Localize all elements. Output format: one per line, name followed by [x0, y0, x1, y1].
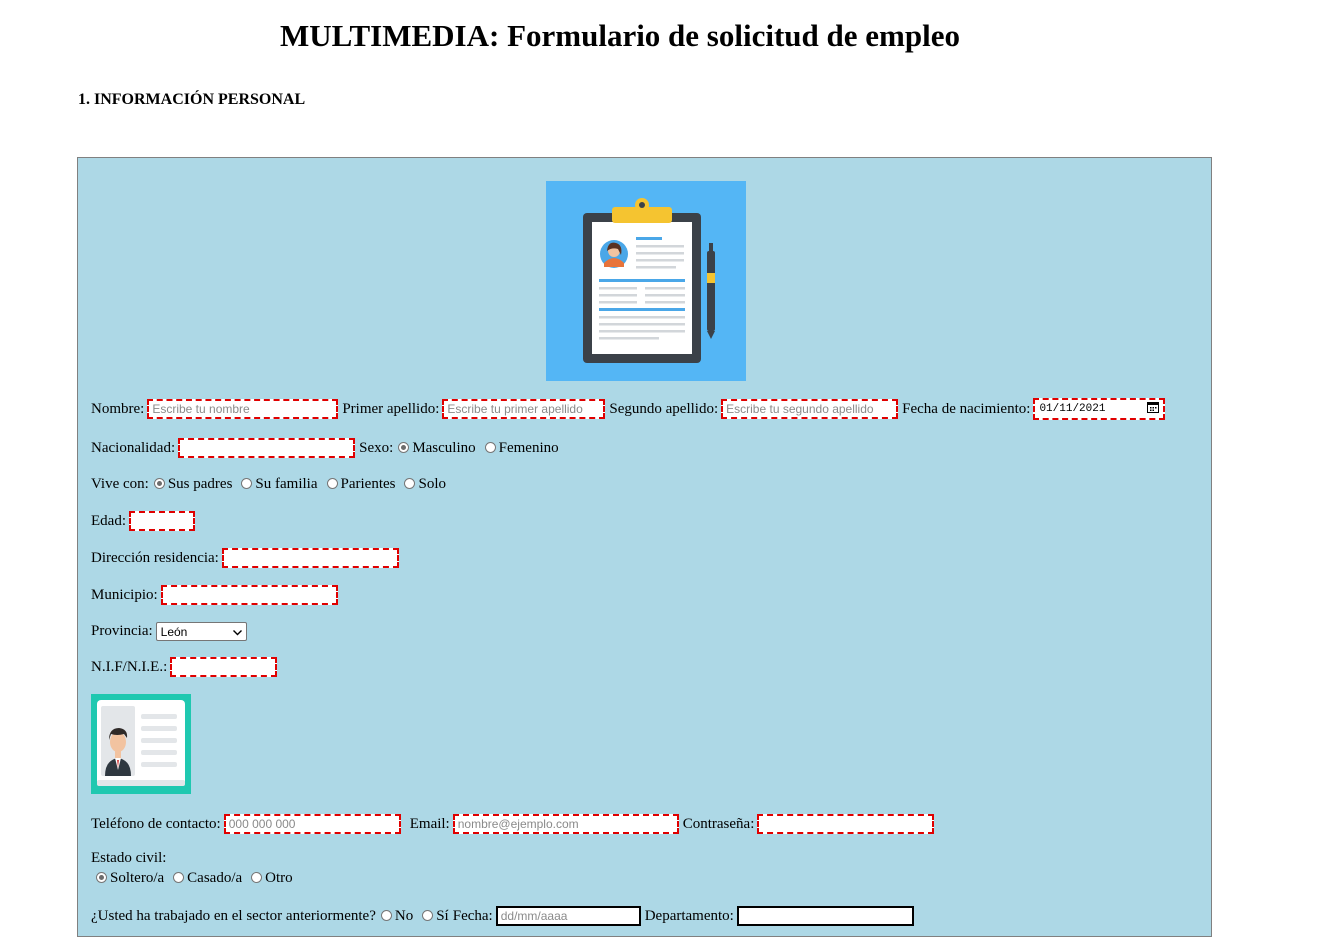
- email-label: Email:: [409, 815, 450, 832]
- trabajo-previo-row: ¿Usted ha trabajado en el sector anterio…: [91, 906, 918, 926]
- contrasena-label: Contraseña:: [682, 815, 755, 832]
- nif-row: N.I.F/N.I.E.:: [91, 657, 281, 677]
- personal-info-form: Nombre: Primer apellido: Segundo apellid…: [77, 157, 1212, 937]
- edad-label: Edad:: [91, 512, 126, 529]
- trabajo-no-label: No: [394, 907, 414, 924]
- provincia-select[interactable]: León: [155, 622, 247, 641]
- trabajo-fecha-label: Fecha:: [452, 907, 493, 924]
- nif-input[interactable]: [170, 657, 278, 677]
- clipboard-resume-icon: [546, 181, 746, 381]
- vive-con-padres-label: Sus padres: [167, 476, 233, 492]
- municipio-label: Municipio:: [91, 586, 158, 603]
- primer-apellido-input[interactable]: [442, 399, 606, 419]
- sexo-femenino-label: Femenino: [498, 439, 559, 456]
- estado-otro-radio[interactable]: [251, 872, 263, 883]
- trabajo-si-radio[interactable]: [422, 909, 434, 921]
- vive-con-padres-radio[interactable]: [153, 478, 165, 489]
- section-heading: 1. INFORMACIÓN PERSONAL: [78, 91, 306, 108]
- trabajo-no-radio[interactable]: [380, 909, 392, 921]
- estado-civil-options-row: Soltero/a Casado/a Otro: [79, 870, 293, 887]
- edad-input[interactable]: [129, 511, 195, 531]
- segundo-apellido-label: Segundo apellido:: [609, 400, 719, 417]
- estado-casado-label: Casado/a: [187, 870, 243, 886]
- fecha-nacimiento-value: 01/11/2021: [1039, 403, 1106, 415]
- name-row: Nombre: Primer apellido: Segundo apellid…: [91, 398, 1166, 420]
- vive-con-familia-label: Su familia: [255, 476, 318, 492]
- direccion-row: Dirección residencia:: [91, 548, 403, 568]
- trabajo-fecha-input[interactable]: [495, 906, 641, 926]
- municipio-row: Municipio:: [91, 585, 342, 605]
- calendar-icon[interactable]: [1147, 401, 1160, 417]
- estado-otro-label: Otro: [265, 870, 293, 886]
- chevron-down-icon: [232, 625, 242, 639]
- telefono-input[interactable]: [223, 814, 401, 834]
- page-title: MULTIMEDIA: Formulario de solicitud de e…: [280, 18, 960, 53]
- segundo-apellido-input[interactable]: [721, 399, 899, 419]
- nif-label: N.I.F/N.I.E.:: [91, 658, 168, 675]
- trabajo-si-label: Sí: [436, 907, 449, 924]
- fecha-nacimiento-label: Fecha de nacimiento:: [902, 400, 1031, 417]
- sexo-femenino-radio[interactable]: [484, 441, 496, 453]
- email-input[interactable]: [452, 814, 679, 834]
- vive-con-parientes-radio[interactable]: [326, 478, 338, 489]
- nationality-row: Nacionalidad: Sexo: Masculino Femenino: [91, 438, 559, 458]
- contrasena-input[interactable]: [757, 814, 935, 834]
- departamento-label: Departamento:: [644, 907, 734, 924]
- sexo-masculino-label: Masculino: [412, 439, 476, 456]
- direccion-label: Dirección residencia:: [91, 549, 219, 566]
- municipio-input[interactable]: [160, 585, 338, 605]
- vive-con-label: Vive con:: [91, 476, 149, 492]
- vive-con-row: Vive con: Sus padres Su familia Pariente…: [91, 476, 446, 493]
- departamento-input[interactable]: [736, 906, 914, 926]
- vive-con-familia-radio[interactable]: [241, 478, 253, 489]
- trabajo-previo-label: ¿Usted ha trabajado en el sector anterio…: [91, 907, 376, 924]
- sexo-masculino-radio[interactable]: [398, 441, 410, 453]
- nombre-label: Nombre:: [91, 400, 145, 417]
- estado-soltero-radio[interactable]: [96, 872, 107, 883]
- telefono-label: Teléfono de contacto:: [91, 815, 221, 832]
- nacionalidad-label: Nacionalidad:: [91, 439, 176, 456]
- provincia-label: Provincia:: [91, 623, 153, 639]
- nombre-input[interactable]: [147, 399, 339, 419]
- id-card-icon: [91, 694, 191, 794]
- provincia-row: Provincia: León: [91, 622, 247, 641]
- direccion-input[interactable]: [221, 548, 399, 568]
- vive-con-solo-radio[interactable]: [404, 478, 416, 489]
- vive-con-parientes-label: Parientes: [340, 476, 396, 492]
- fecha-nacimiento-input[interactable]: 01/11/2021: [1033, 398, 1166, 420]
- estado-civil-label-row: Estado civil:: [91, 850, 166, 867]
- contact-row: Teléfono de contacto: Email: Contraseña:: [91, 814, 938, 834]
- estado-soltero-label: Soltero/a: [110, 870, 165, 886]
- nacionalidad-input[interactable]: [178, 438, 356, 458]
- edad-row: Edad:: [91, 511, 199, 531]
- estado-casado-radio[interactable]: [173, 872, 185, 883]
- primer-apellido-label: Primer apellido:: [342, 400, 440, 417]
- provincia-value: León: [160, 624, 188, 639]
- estado-civil-label: Estado civil:: [91, 850, 167, 866]
- vive-con-solo-label: Solo: [418, 476, 446, 492]
- sexo-label: Sexo:: [359, 439, 394, 456]
